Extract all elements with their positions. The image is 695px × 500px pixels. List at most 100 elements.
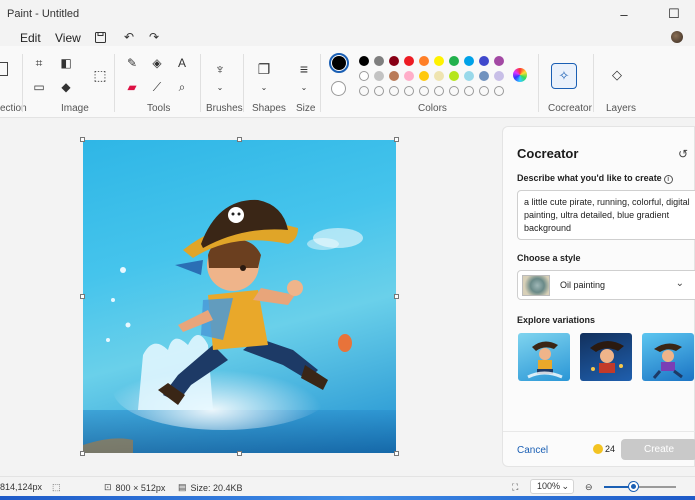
history-icon[interactable]: ↺: [678, 147, 688, 161]
resize-handle[interactable]: [394, 294, 399, 299]
create-button[interactable]: Create: [621, 439, 695, 460]
ribbon-divider: [22, 54, 23, 112]
style-dropdown[interactable]: Oil painting ⌄: [517, 270, 695, 300]
color-swatch[interactable]: [374, 56, 384, 66]
credits-value: 24: [605, 444, 616, 454]
window-title: Paint - Untitled: [7, 8, 80, 20]
image-select-icon[interactable]: ⬚: [91, 66, 109, 84]
variation-thumbnail-2[interactable]: [580, 333, 632, 381]
color-swatch[interactable]: [479, 56, 489, 66]
style-value: Oil painting: [560, 280, 606, 290]
cocreator-panel: Cocreator ↺ Describe what you'd like to …: [502, 126, 695, 467]
color-swatch[interactable]: [434, 71, 444, 81]
avatar[interactable]: [671, 31, 683, 43]
custom-color-slot[interactable]: [434, 86, 444, 96]
chevron-down-icon[interactable]: ⌄: [255, 78, 273, 96]
zoom-select[interactable]: 100% ⌄: [530, 479, 574, 494]
resize-icon[interactable]: ◧: [57, 54, 75, 72]
pencil-icon[interactable]: ✎: [123, 54, 141, 72]
color-swatch[interactable]: [494, 71, 504, 81]
color-swatch[interactable]: [449, 56, 459, 66]
color-swatch[interactable]: [374, 71, 384, 81]
redo-icon[interactable]: ↷: [146, 29, 162, 45]
flip-icon[interactable]: ◆: [57, 78, 75, 96]
taskbar-edge: [0, 496, 695, 500]
brush-icon[interactable]: ♆: [211, 60, 229, 78]
custom-color-slot[interactable]: [449, 86, 459, 96]
cursor-position-text: 814,124px: [0, 482, 43, 492]
resize-handle[interactable]: [237, 137, 242, 142]
custom-color-slot[interactable]: [419, 86, 429, 96]
color-swatch[interactable]: [479, 71, 489, 81]
color-picker-icon[interactable]: ⟋: [148, 78, 166, 96]
custom-color-slot[interactable]: [359, 86, 369, 96]
resize-handle[interactable]: [394, 137, 399, 142]
chevron-down-icon[interactable]: ⌄: [295, 78, 313, 96]
shapes-icon[interactable]: ❐: [255, 60, 273, 78]
info-icon[interactable]: i: [663, 175, 673, 184]
color-swatch[interactable]: [434, 56, 444, 66]
cancel-button[interactable]: Cancel: [517, 445, 548, 456]
color-swatch[interactable]: [389, 71, 399, 81]
save-icon[interactable]: [92, 29, 108, 45]
chevron-down-icon: ⌄: [561, 481, 569, 491]
color-swatch[interactable]: [419, 56, 429, 66]
custom-color-slot[interactable]: [464, 86, 474, 96]
zoom-out-icon[interactable]: ⊖: [585, 482, 593, 493]
eraser-icon[interactable]: ▰: [123, 78, 141, 96]
cocreator-button[interactable]: ✧: [551, 63, 577, 89]
secondary-color[interactable]: [331, 81, 346, 96]
color-swatch[interactable]: [464, 56, 474, 66]
custom-color-slot[interactable]: [479, 86, 489, 96]
fill-icon[interactable]: ◈: [148, 54, 166, 72]
primary-color-ring[interactable]: [329, 53, 349, 73]
custom-color-slot[interactable]: [389, 86, 399, 96]
magnifier-icon[interactable]: ⌕: [173, 78, 191, 96]
describe-label: Describe what you'd like to create i: [517, 173, 673, 184]
undo-icon[interactable]: ↶: [121, 29, 137, 45]
color-swatch[interactable]: [404, 71, 414, 81]
prompt-input[interactable]: a little cute pirate, running, colorful,…: [517, 190, 695, 240]
color-swatch[interactable]: [404, 56, 414, 66]
crop-icon[interactable]: ⌗: [30, 54, 48, 72]
primary-color: [332, 56, 346, 70]
fit-to-window-icon[interactable]: ⛶: [512, 482, 518, 493]
rotate-icon[interactable]: ▭: [30, 78, 48, 96]
chevron-down-icon: ⌄: [675, 278, 684, 289]
resize-handle[interactable]: [80, 137, 85, 142]
pirate-artwork: [83, 199, 396, 453]
color-swatch[interactable]: [359, 56, 369, 66]
edit-menu[interactable]: Edit: [20, 31, 41, 45]
resize-handle[interactable]: [80, 451, 85, 456]
view-menu[interactable]: View: [55, 31, 81, 45]
canvas[interactable]: [83, 140, 396, 453]
color-swatch[interactable]: [464, 71, 474, 81]
selection-icon[interactable]: [0, 62, 8, 76]
cursor-position: 814,124px: [0, 482, 42, 492]
file-size: ▤ Size: 20.4KB: [178, 482, 243, 493]
color-swatch[interactable]: [494, 56, 504, 66]
color-swatch[interactable]: [389, 56, 399, 66]
custom-color-slot[interactable]: [404, 86, 414, 96]
edit-colors-icon[interactable]: [511, 66, 529, 84]
color-swatch[interactable]: [359, 71, 369, 81]
menu-bar: Edit View ↶ ↷: [0, 28, 695, 46]
resize-handle[interactable]: [237, 451, 242, 456]
variation-thumbnail-1[interactable]: [518, 333, 570, 381]
minimize-button[interactable]: –: [610, 0, 638, 28]
resize-handle[interactable]: [80, 294, 85, 299]
chevron-down-icon[interactable]: ⌄: [211, 78, 229, 96]
color-swatch[interactable]: [449, 71, 459, 81]
color-swatch[interactable]: [419, 71, 429, 81]
shapes-group-label: Shapes: [252, 103, 286, 114]
zoom-slider[interactable]: [604, 482, 676, 491]
variation-thumbnail-3[interactable]: [642, 333, 694, 381]
resize-handle[interactable]: [394, 451, 399, 456]
line-size-icon[interactable]: ≡: [295, 60, 313, 78]
layers-icon[interactable]: ◇: [608, 66, 626, 84]
text-icon[interactable]: A: [173, 54, 191, 72]
zoom-slider-thumb[interactable]: [628, 482, 638, 491]
custom-color-slot[interactable]: [494, 86, 504, 96]
maximize-button[interactable]: ☐: [660, 0, 688, 28]
custom-color-slot[interactable]: [374, 86, 384, 96]
